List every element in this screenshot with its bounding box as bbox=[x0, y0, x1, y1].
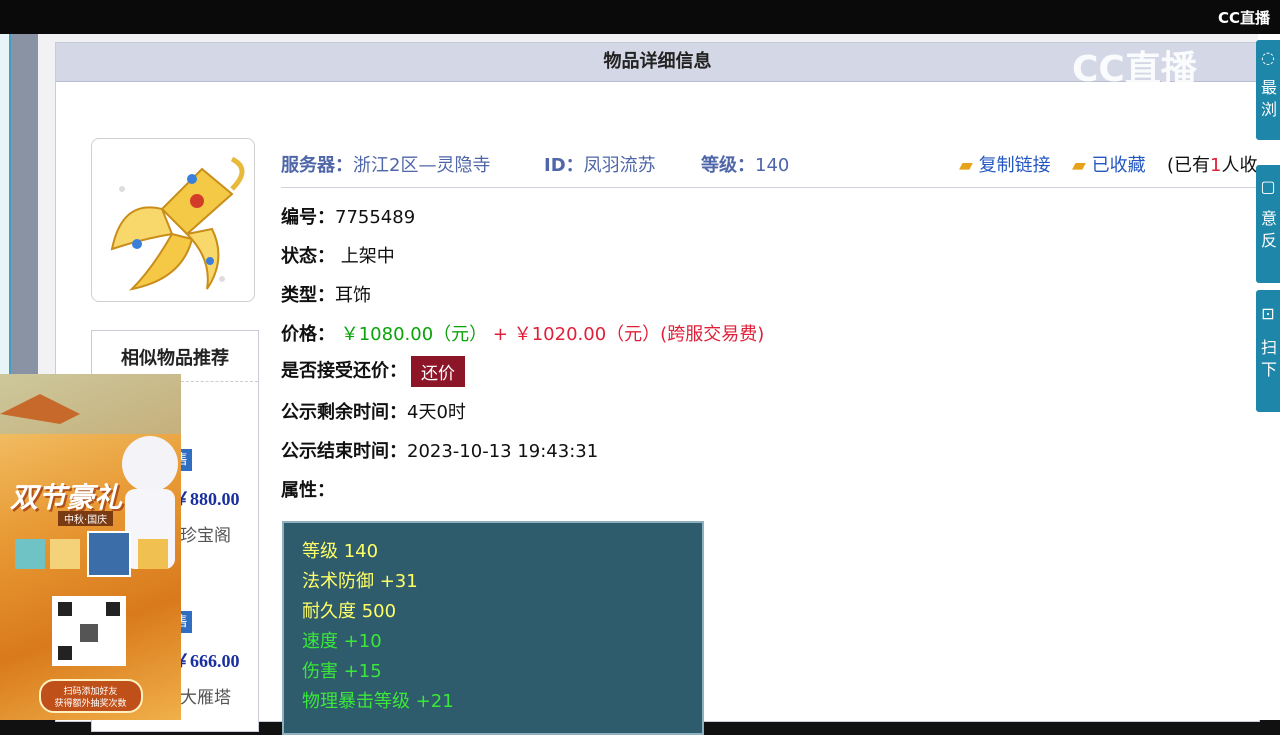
scan-icon: ⊡ bbox=[1261, 304, 1275, 323]
item-meta-row: 服务器：浙江2区—灵隐寺 ID：凤羽流苏 等级：140 ▰ 复制链接 ▰ 已收藏… bbox=[281, 141, 1275, 188]
feedback-widget[interactable]: ▢ 意反 bbox=[1256, 165, 1280, 283]
ad-cta-line2: 获得额外抽奖次数 bbox=[54, 699, 127, 709]
attribute-line: 法术防御 +31 bbox=[302, 571, 418, 592]
similar-item-name: 珍宝阁 bbox=[180, 526, 231, 546]
ad-subtitle: 中秋·国庆 bbox=[58, 511, 114, 526]
bargain-field: 是否接受还价： 还价 bbox=[281, 356, 465, 387]
favorite-button[interactable]: ▰ 已收藏 bbox=[1072, 151, 1146, 177]
attribute-line: 速度 +10 bbox=[302, 631, 382, 652]
similar-item-price: ￥666.00 bbox=[172, 651, 240, 671]
earring-icon bbox=[110, 156, 245, 291]
cross-server-fee: ￥1020.00（元）(跨服交易费) bbox=[513, 324, 765, 345]
price-field: 价格： ￥1080.00（元） + ￥1020.00（元）(跨服交易费) bbox=[281, 324, 765, 345]
item-detail-panel: 物品详细信息 相似物品推荐 售 ￥880.00 珍宝阁 售 ￥666.00 大雁… bbox=[55, 42, 1275, 735]
type-field: 类型：耳饰 bbox=[281, 285, 371, 306]
status-field: 状态： 上架中 bbox=[281, 246, 395, 267]
attribute-line: 等级 140 bbox=[302, 541, 379, 562]
attribute-line: 耐久度 500 bbox=[302, 601, 397, 622]
end-time-field: 公示结束时间：2023-10-13 19:43:31 bbox=[281, 441, 599, 462]
level-info: 等级：140 bbox=[701, 155, 790, 176]
attribute-line: 伤害 +15 bbox=[302, 661, 382, 682]
attributes-label: 属性： bbox=[281, 480, 335, 501]
ad-artwork bbox=[0, 374, 181, 713]
video-top-bar: CC直播 bbox=[0, 0, 1280, 34]
ad-headline: 双节豪礼 bbox=[10, 481, 123, 514]
edit-icon: ▢ bbox=[1260, 177, 1276, 196]
copy-link-button[interactable]: ▰ 复制链接 bbox=[959, 151, 1051, 177]
item-image bbox=[91, 138, 255, 302]
attributes-box: 等级 140 法术防御 +31 耐久度 500 速度 +10 伤害 +15 物理… bbox=[282, 521, 704, 735]
attribute-line: 物理暴击等级 +21 bbox=[302, 691, 454, 712]
remaining-time-field: 公示剩余时间：4天0时 bbox=[281, 402, 466, 423]
cc-watermark-small: CC直播 bbox=[1217, 9, 1270, 27]
similar-item-name: 大雁塔 bbox=[180, 688, 231, 708]
cc-watermark-large: CC直播 bbox=[1072, 49, 1197, 90]
clock-icon: ◌ bbox=[1261, 48, 1275, 67]
server-info: 服务器：浙江2区—灵隐寺 bbox=[281, 155, 491, 176]
price-value: ￥1080.00（元） bbox=[340, 324, 488, 345]
number-field: 编号：7755489 bbox=[281, 207, 416, 228]
page-body: 物品详细信息 相似物品推荐 售 ￥880.00 珍宝阁 售 ￥666.00 大雁… bbox=[38, 34, 1275, 735]
similar-item-price: ￥880.00 bbox=[172, 489, 240, 509]
folder-icon: ▰ bbox=[959, 155, 973, 176]
favorite-folder-icon: ▰ bbox=[1072, 155, 1086, 176]
bargain-button[interactable]: 还价 bbox=[411, 356, 465, 387]
id-info: ID：凤羽流苏 bbox=[544, 155, 656, 176]
recent-view-widget[interactable]: ◌ 最浏 bbox=[1256, 40, 1280, 140]
promo-overlay-ad[interactable]: 双节豪礼 中秋·国庆 扫码添加好友 获得额外抽奖次数 bbox=[0, 374, 181, 720]
scan-download-widget[interactable]: ⊡ 扫下 bbox=[1256, 290, 1280, 412]
